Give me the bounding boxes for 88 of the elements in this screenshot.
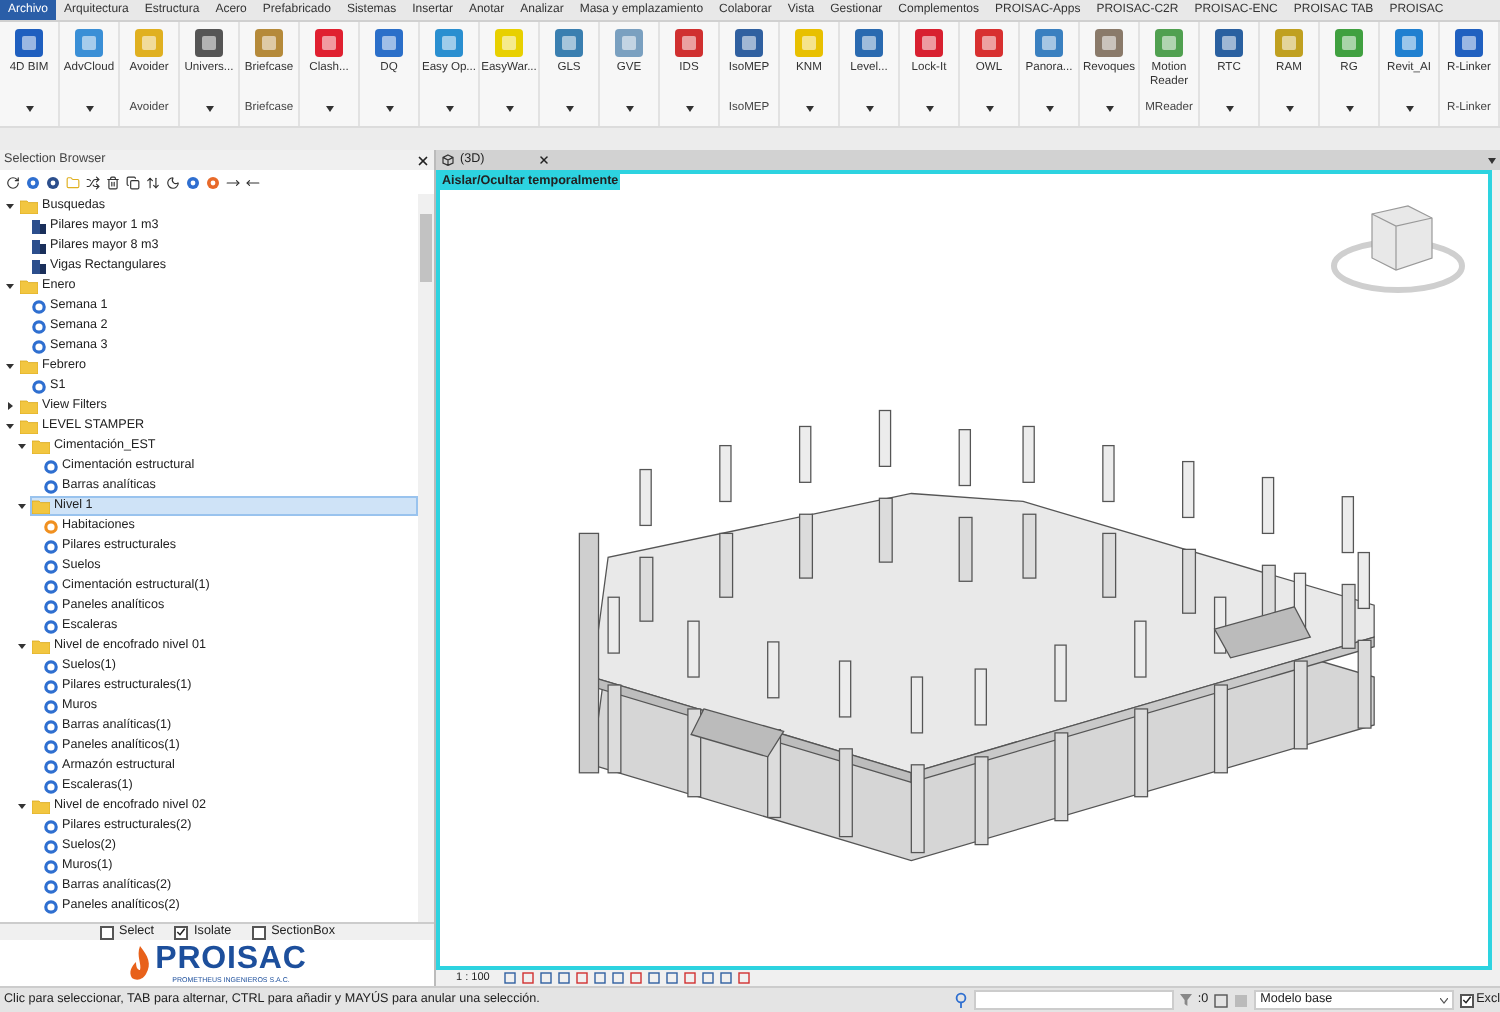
dropdown-caret-icon[interactable] xyxy=(565,105,573,111)
expanded-caret-icon[interactable] xyxy=(5,282,13,290)
expanded-caret-icon[interactable] xyxy=(17,642,25,650)
app-logo-icon xyxy=(314,28,344,58)
folder-icon xyxy=(20,279,38,293)
app-logo-icon xyxy=(1034,28,1064,58)
design-options-icon[interactable] xyxy=(1214,993,1229,1007)
trash-icon[interactable] xyxy=(106,175,120,189)
folder-icon xyxy=(32,639,50,653)
app-logo-icon xyxy=(854,28,884,58)
app-logo-icon xyxy=(434,28,464,58)
filter-icon[interactable] xyxy=(1179,994,1192,1006)
chevron-down-icon[interactable] xyxy=(1440,997,1449,1003)
copy-icon[interactable] xyxy=(126,175,140,189)
app-logo-icon xyxy=(974,28,1004,58)
app-logo-icon xyxy=(1334,28,1364,58)
expanded-caret-icon[interactable] xyxy=(5,422,13,430)
app-logo-icon xyxy=(194,28,224,58)
checkbox[interactable] xyxy=(1460,993,1475,1007)
building-search-icon xyxy=(32,259,46,273)
app-logo-icon xyxy=(134,28,164,58)
ring-icon[interactable] xyxy=(26,175,40,189)
app-logo-icon xyxy=(374,28,404,58)
app-logo-icon xyxy=(74,28,104,58)
dropdown-caret-icon[interactable] xyxy=(1285,105,1293,111)
checkbox[interactable] xyxy=(251,925,266,939)
dropdown-caret-icon[interactable] xyxy=(625,105,633,111)
app-logo-icon xyxy=(914,28,944,58)
expanded-caret-icon[interactable] xyxy=(17,502,25,510)
cube-icon xyxy=(442,154,454,166)
flame-icon xyxy=(127,945,152,981)
dropdown-caret-icon[interactable] xyxy=(325,105,333,111)
dropdown-caret-icon[interactable] xyxy=(985,105,993,111)
link-icon[interactable] xyxy=(953,992,968,1008)
expanded-caret-icon[interactable] xyxy=(17,802,25,810)
dropdown-caret-icon[interactable] xyxy=(505,105,513,111)
close-icon[interactable] xyxy=(416,153,430,167)
dropdown-caret-icon[interactable] xyxy=(1345,105,1353,111)
collapse-arrow-icon[interactable] xyxy=(246,175,260,189)
app-logo-icon xyxy=(614,28,644,58)
dropdown-caret-icon[interactable] xyxy=(1045,105,1053,111)
app-logo-icon xyxy=(1154,28,1184,58)
dropdown-caret-icon[interactable] xyxy=(925,105,933,111)
workset-field[interactable] xyxy=(973,990,1174,1010)
scrollbar[interactable] xyxy=(418,194,434,922)
dropdown-caret-icon[interactable] xyxy=(865,105,873,111)
folder-icon xyxy=(32,799,50,813)
dropdown-caret-icon[interactable] xyxy=(685,105,693,111)
expanded-caret-icon[interactable] xyxy=(5,202,13,210)
dropdown-caret-icon[interactable] xyxy=(1225,105,1233,111)
dropdown-caret-icon[interactable] xyxy=(385,105,393,111)
sort-icon[interactable] xyxy=(146,175,160,189)
building-search-icon xyxy=(32,239,46,253)
folder-icon xyxy=(20,199,38,213)
app-logo-icon xyxy=(494,28,524,58)
app-logo-icon xyxy=(734,28,764,58)
app-logo-icon xyxy=(254,28,284,58)
logo-wordmark: PROISAC xyxy=(155,943,307,975)
app-logo-icon xyxy=(1214,28,1244,58)
folder-icon xyxy=(20,359,38,373)
close-icon[interactable] xyxy=(538,154,550,166)
app-logo-icon xyxy=(14,28,44,58)
app-logo-icon xyxy=(554,28,584,58)
collapsed-caret-icon[interactable] xyxy=(5,402,13,410)
app-logo-icon xyxy=(1094,28,1124,58)
app-logo-icon xyxy=(794,28,824,58)
dropdown-caret-icon[interactable] xyxy=(1488,157,1496,163)
dropdown-caret-icon[interactable] xyxy=(85,105,93,111)
checkbox[interactable] xyxy=(99,925,114,939)
dropdown-caret-icon[interactable] xyxy=(25,105,33,111)
refresh-icon[interactable] xyxy=(6,175,20,189)
folder-icon xyxy=(32,499,50,513)
building-search-icon xyxy=(32,219,46,233)
app-logo-icon xyxy=(1394,28,1424,58)
dropdown-caret-icon[interactable] xyxy=(805,105,813,111)
expanded-caret-icon[interactable] xyxy=(5,362,13,370)
expanded-caret-icon[interactable] xyxy=(17,442,25,450)
app-logo-icon xyxy=(1454,28,1484,58)
expand-arrow-icon[interactable] xyxy=(226,175,240,189)
dropdown-caret-icon[interactable] xyxy=(445,105,453,111)
half-moon-icon[interactable] xyxy=(166,175,180,189)
dropdown-caret-icon[interactable] xyxy=(1405,105,1413,111)
dropdown-caret-icon[interactable] xyxy=(1105,105,1113,111)
swap-icon[interactable] xyxy=(86,175,100,189)
app-logo-icon xyxy=(1274,28,1304,58)
checkbox[interactable] xyxy=(174,925,189,939)
dropdown-caret-icon[interactable] xyxy=(205,105,213,111)
app-logo-icon xyxy=(674,28,704,58)
